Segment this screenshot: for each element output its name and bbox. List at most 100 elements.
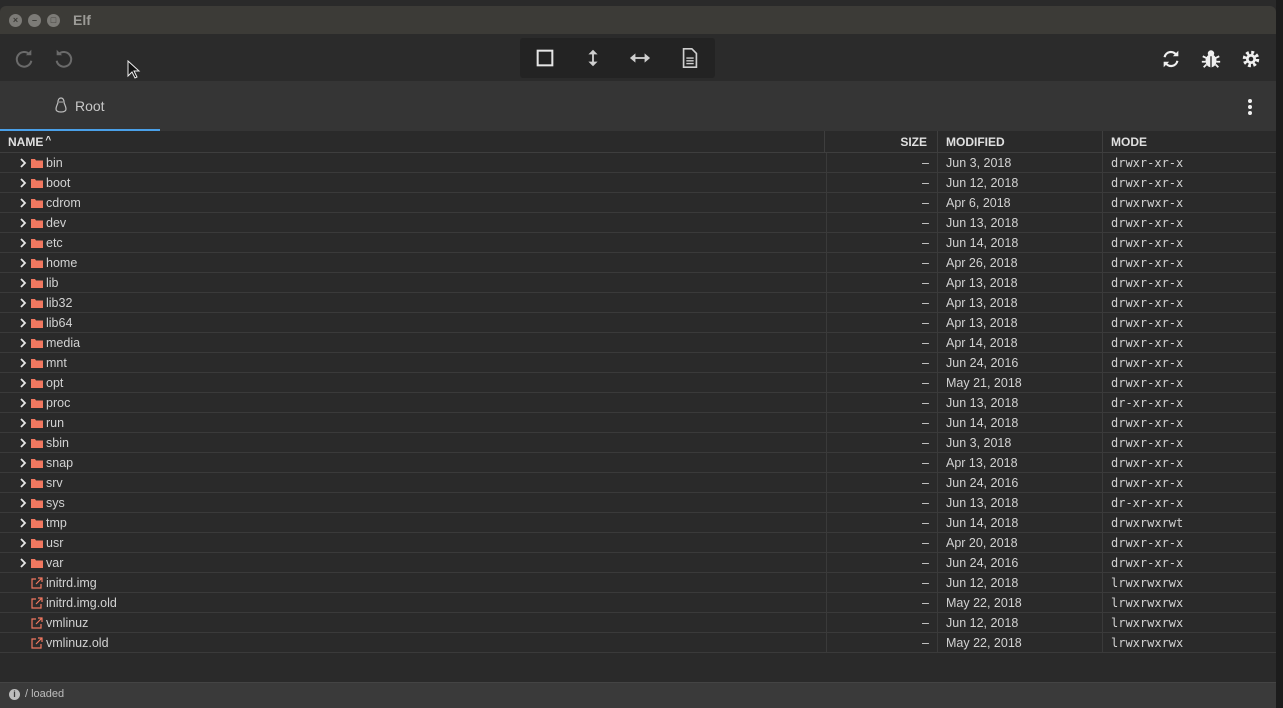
chevron-right-icon[interactable]	[17, 297, 29, 309]
chevron-right-icon[interactable]	[17, 157, 29, 169]
file-size: –	[922, 236, 929, 250]
table-row[interactable]: var – Jun 24, 2016 drwxr-xr-x	[0, 553, 1276, 573]
column-header-mode[interactable]: MODE	[1111, 131, 1147, 153]
file-modified: May 22, 2018	[946, 596, 1022, 610]
table-row[interactable]: usr – Apr 20, 2018 drwxr-xr-x	[0, 533, 1276, 553]
chevron-right-icon[interactable]	[17, 357, 29, 369]
column-divider[interactable]	[824, 131, 825, 153]
chevron-right-icon[interactable]	[17, 397, 29, 409]
file-modified: Jun 13, 2018	[946, 216, 1019, 230]
document-icon[interactable]	[677, 45, 703, 71]
chevron-right-icon[interactable]	[17, 217, 29, 229]
table-row[interactable]: boot – Jun 12, 2018 drwxr-xr-x	[0, 173, 1276, 193]
more-options-icon[interactable]	[1240, 97, 1260, 117]
table-row[interactable]: media – Apr 14, 2018 drwxr-xr-x	[0, 333, 1276, 353]
folder-icon	[31, 277, 43, 289]
file-size: –	[922, 476, 929, 490]
chevron-right-icon[interactable]	[17, 497, 29, 509]
table-row[interactable]: cdrom – Apr 6, 2018 drwxrwxr-x	[0, 193, 1276, 213]
chevron-right-icon[interactable]	[17, 437, 29, 449]
tab-root[interactable]: Root	[0, 81, 160, 131]
file-size: –	[922, 176, 929, 190]
symlink-icon	[31, 637, 43, 649]
table-row[interactable]: run – Jun 14, 2018 drwxr-xr-x	[0, 413, 1276, 433]
minimize-window-button[interactable]: –	[28, 14, 41, 27]
file-size: –	[922, 376, 929, 390]
file-name: boot	[46, 176, 71, 190]
file-mode: lrwxrwxrwx	[1111, 576, 1184, 590]
table-row[interactable]: proc – Jun 13, 2018 dr-xr-xr-x	[0, 393, 1276, 413]
table-row[interactable]: sbin – Jun 3, 2018 drwxr-xr-x	[0, 433, 1276, 453]
chevron-right-icon[interactable]	[17, 557, 29, 569]
table-row[interactable]: bin – Jun 3, 2018 drwxr-xr-x	[0, 153, 1276, 173]
folder-icon	[31, 357, 43, 369]
file-mode: lrwxrwxrwx	[1111, 596, 1184, 610]
chevron-right-icon[interactable]	[17, 197, 29, 209]
table-row[interactable]: vmlinuz – Jun 12, 2018 lrwxrwxrwx	[0, 613, 1276, 633]
table-row[interactable]: sys – Jun 13, 2018 dr-xr-xr-x	[0, 493, 1276, 513]
chevron-right-icon[interactable]	[17, 417, 29, 429]
file-size: –	[922, 516, 929, 530]
file-size: –	[922, 316, 929, 330]
table-row[interactable]: lib64 – Apr 13, 2018 drwxr-xr-x	[0, 313, 1276, 333]
chevron-right-icon[interactable]	[17, 237, 29, 249]
toolbar	[0, 34, 1276, 81]
file-name: opt	[46, 376, 64, 390]
file-size: –	[922, 196, 929, 210]
table-row[interactable]: lib – Apr 13, 2018 drwxr-xr-x	[0, 273, 1276, 293]
table-row[interactable]: etc – Jun 14, 2018 drwxr-xr-x	[0, 233, 1276, 253]
table-row[interactable]: snap – Apr 13, 2018 drwxr-xr-x	[0, 453, 1276, 473]
file-modified: Jun 24, 2016	[946, 556, 1019, 570]
layout-button-group	[520, 38, 715, 78]
chevron-right-icon[interactable]	[17, 457, 29, 469]
table-row[interactable]: lib32 – Apr 13, 2018 drwxr-xr-x	[0, 293, 1276, 313]
redo-icon[interactable]	[11, 45, 37, 71]
table-row[interactable]: initrd.img.old – May 22, 2018 lrwxrwxrwx	[0, 593, 1276, 613]
column-header-modified[interactable]: MODIFIED	[946, 131, 1005, 153]
file-modified: Jun 12, 2018	[946, 616, 1019, 630]
chevron-right-icon[interactable]	[17, 257, 29, 269]
chevron-right-icon[interactable]	[17, 517, 29, 529]
symlink-icon	[31, 597, 43, 609]
vertical-arrows-icon[interactable]	[580, 45, 606, 71]
bug-icon[interactable]	[1198, 46, 1224, 72]
file-mode: drwxr-xr-x	[1111, 356, 1184, 370]
square-icon[interactable]	[532, 45, 558, 71]
info-icon: i	[9, 689, 20, 700]
file-modified: Jun 3, 2018	[946, 436, 1012, 450]
table-row[interactable]: home – Apr 26, 2018 drwxr-xr-x	[0, 253, 1276, 273]
chevron-right-icon[interactable]	[17, 337, 29, 349]
table-row[interactable]: mnt – Jun 24, 2016 drwxr-xr-x	[0, 353, 1276, 373]
column-header-size[interactable]: SIZE	[826, 131, 927, 153]
chevron-right-icon[interactable]	[17, 317, 29, 329]
folder-icon	[31, 537, 43, 549]
column-divider[interactable]	[937, 131, 938, 153]
chevron-right-icon[interactable]	[17, 377, 29, 389]
window-title: Elf	[73, 12, 91, 28]
horizontal-arrows-icon[interactable]	[627, 45, 653, 71]
file-modified: Jun 14, 2018	[946, 516, 1019, 530]
column-header-name[interactable]: NAME ^	[8, 131, 51, 153]
table-row[interactable]: vmlinuz.old – May 22, 2018 lrwxrwxrwx	[0, 633, 1276, 653]
close-window-button[interactable]: ×	[9, 14, 22, 27]
column-divider[interactable]	[1102, 131, 1103, 153]
chevron-right-icon[interactable]	[17, 177, 29, 189]
table-row[interactable]: initrd.img – Jun 12, 2018 lrwxrwxrwx	[0, 573, 1276, 593]
table-row[interactable]: tmp – Jun 14, 2018 drwxrwxrwt	[0, 513, 1276, 533]
table-row[interactable]: srv – Jun 24, 2016 drwxr-xr-x	[0, 473, 1276, 493]
undo-icon[interactable]	[51, 45, 77, 71]
file-size: –	[922, 456, 929, 470]
folder-icon	[31, 157, 43, 169]
chevron-right-icon[interactable]	[17, 277, 29, 289]
file-modified: Apr 26, 2018	[946, 256, 1018, 270]
maximize-window-button[interactable]: □	[47, 14, 60, 27]
file-modified: May 21, 2018	[946, 376, 1022, 390]
table-row[interactable]: dev – Jun 13, 2018 drwxr-xr-x	[0, 213, 1276, 233]
chevron-right-icon[interactable]	[17, 477, 29, 489]
refresh-icon[interactable]	[1158, 46, 1184, 72]
table-row[interactable]: opt – May 21, 2018 drwxr-xr-x	[0, 373, 1276, 393]
settings-icon[interactable]	[1238, 46, 1264, 72]
file-name: initrd.img	[46, 576, 97, 590]
chevron-right-icon[interactable]	[17, 537, 29, 549]
folder-icon	[31, 177, 43, 189]
